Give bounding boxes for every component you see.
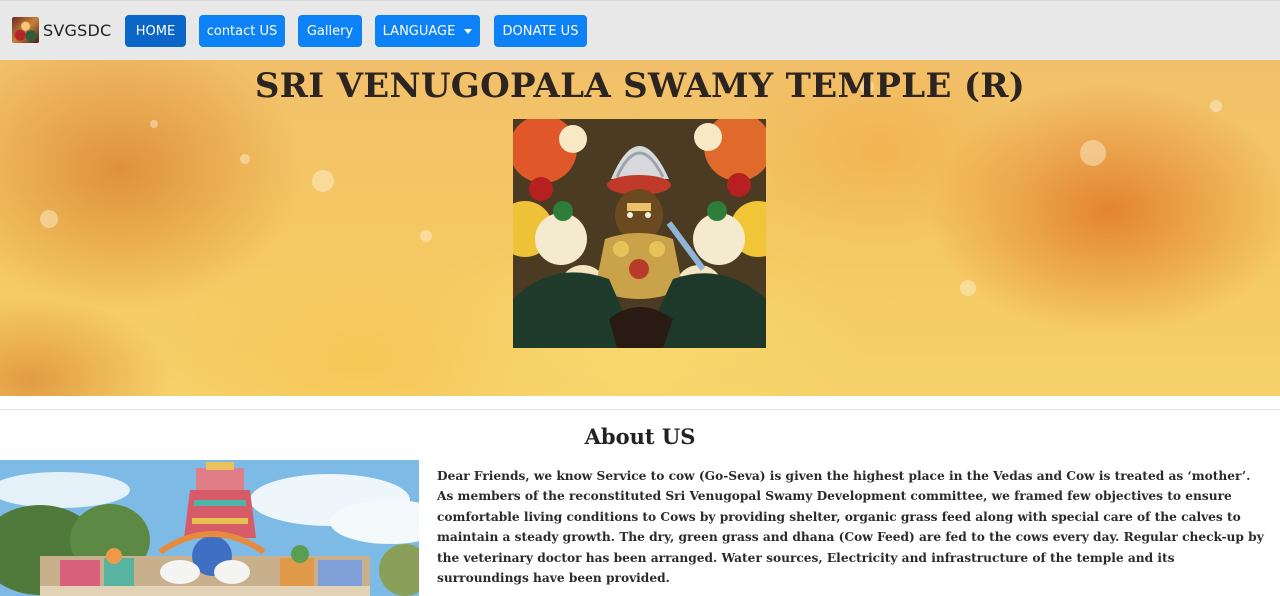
- navbar: SVGSDC HOME contact US Gallery LANGUAGE …: [0, 0, 1280, 60]
- deity-image: [513, 119, 766, 348]
- temple-logo-icon: [12, 17, 39, 43]
- about-description: Dear Friends, we know Service to cow (Go…: [437, 469, 1264, 586]
- page-title: SRI VENUGOPALA SWAMY TEMPLE (R): [254, 66, 1026, 106]
- nav-donate-button[interactable]: DONATE US: [494, 15, 587, 47]
- nav-donate-label: DONATE US: [502, 23, 579, 39]
- nav-home-button[interactable]: HOME: [125, 15, 186, 47]
- nav-language-label: LANGUAGE: [382, 23, 456, 39]
- nav-home-label: HOME: [135, 23, 176, 39]
- nav-contact-label: contact US: [206, 23, 278, 39]
- caret-down-icon: [464, 28, 473, 34]
- nav-contact-button[interactable]: contact US: [199, 15, 285, 47]
- nav-language-dropdown[interactable]: LANGUAGE: [375, 15, 480, 47]
- bokeh-dot: [240, 154, 250, 164]
- bokeh-dot: [1080, 140, 1106, 166]
- about-heading: About US: [584, 424, 696, 449]
- temple-image: [0, 460, 419, 596]
- nav-gallery-button[interactable]: Gallery: [298, 15, 362, 47]
- bokeh-dot: [960, 280, 976, 296]
- bokeh-dot: [150, 120, 158, 128]
- nav-gallery-label: Gallery: [306, 23, 354, 39]
- bokeh-dot: [40, 210, 58, 228]
- section-divider: [0, 409, 1280, 410]
- brand-name: SVGSDC: [43, 20, 112, 40]
- bokeh-dot: [312, 170, 334, 192]
- bokeh-dot: [420, 230, 432, 242]
- hero-banner: SRI VENUGOPALA SWAMY TEMPLE (R): [0, 60, 1280, 396]
- brand-link[interactable]: SVGSDC: [12, 17, 111, 43]
